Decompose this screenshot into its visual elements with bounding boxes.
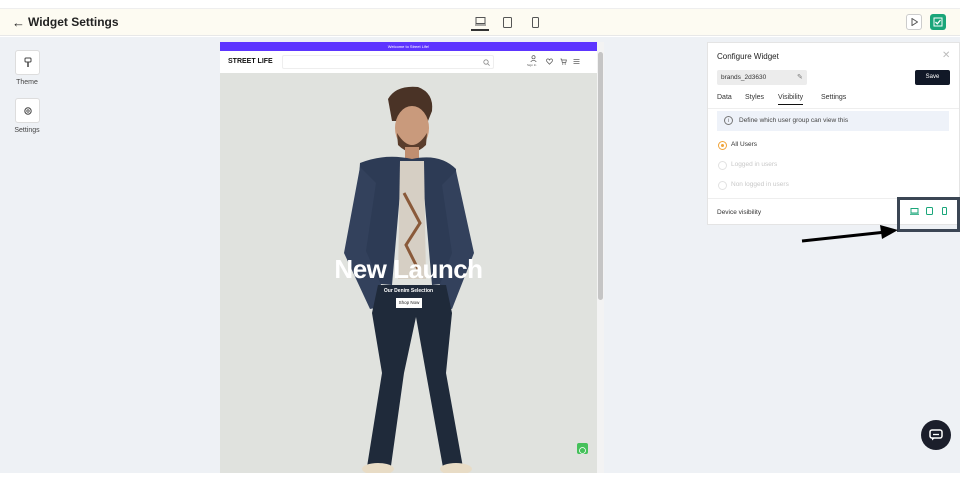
- close-icon[interactable]: ✕: [942, 50, 950, 61]
- radio-non-logged-in-users[interactable]: [718, 181, 727, 190]
- tab-styles[interactable]: Styles: [745, 94, 764, 101]
- device-visibility-label: Device visibility: [717, 209, 762, 216]
- chat-button[interactable]: [921, 420, 951, 450]
- tab-settings[interactable]: Settings: [821, 94, 846, 101]
- footer-strip: [0, 473, 960, 480]
- preview-scrollbar-thumb[interactable]: [598, 52, 603, 300]
- widget-id-field[interactable]: brands_2d3630 ✎: [717, 70, 807, 85]
- user-icon[interactable]: [530, 55, 537, 62]
- shop-now-button[interactable]: Shop Now: [396, 298, 422, 308]
- heart-icon[interactable]: [546, 58, 553, 65]
- desktop-view-button[interactable]: [471, 13, 489, 31]
- radio-all-users[interactable]: [718, 141, 727, 150]
- settings-button[interactable]: [15, 98, 40, 123]
- top-bar: ← Widget Settings: [0, 8, 960, 36]
- whatsapp-icon[interactable]: [577, 443, 588, 454]
- tablet-view-button[interactable]: [498, 13, 516, 31]
- panel-title: Configure Widget: [717, 52, 779, 61]
- device-visibility-tablet-icon[interactable]: [924, 207, 934, 215]
- chat-icon: [929, 429, 943, 441]
- annotation-arrow-icon: [801, 225, 898, 243]
- radio-label-all-users: All Users: [731, 141, 758, 148]
- publish-button[interactable]: [930, 14, 946, 30]
- site-search-input[interactable]: [282, 55, 494, 69]
- check-icon: [933, 17, 943, 27]
- theme-label: Theme: [16, 79, 38, 86]
- desktop-icon: [474, 16, 486, 25]
- save-button[interactable]: Save: [915, 70, 950, 85]
- mobile-icon: [531, 16, 539, 28]
- settings-label: Settings: [14, 127, 40, 134]
- hero-title: New Launch: [334, 254, 483, 284]
- site-preview[interactable]: Welcome to Street Life! STREET LIFE Sign…: [220, 42, 597, 473]
- pencil-icon[interactable]: ✎: [797, 73, 803, 81]
- mobile-view-button[interactable]: [526, 13, 544, 31]
- tabs-divider: [708, 108, 959, 109]
- info-icon: i: [724, 116, 733, 125]
- tab-visibility[interactable]: Visibility: [778, 94, 804, 105]
- brush-icon: [24, 57, 31, 67]
- radio-label-non-logged-in-users: Non logged in users: [731, 181, 789, 188]
- site-logo[interactable]: STREET LIFE: [228, 58, 273, 65]
- signin-label[interactable]: Sign In: [527, 63, 536, 67]
- announcement-bar: Welcome to Street Life!: [220, 42, 597, 51]
- page-title: Widget Settings: [28, 15, 119, 29]
- info-text: Define which user group can view this: [739, 117, 849, 124]
- cart-icon[interactable]: [560, 58, 567, 65]
- theme-button[interactable]: [15, 50, 40, 75]
- radio-logged-in-users[interactable]: [718, 161, 727, 170]
- widget-id-value: brands_2d3630: [721, 74, 767, 81]
- play-icon: [911, 18, 918, 26]
- device-visibility-mobile-icon[interactable]: [939, 207, 949, 215]
- gear-icon: [23, 106, 32, 115]
- search-icon: [483, 59, 490, 66]
- menu-icon[interactable]: [573, 58, 580, 65]
- site-navbar: STREET LIFE Sign In: [220, 51, 597, 73]
- device-visibility-desktop-icon[interactable]: [909, 207, 919, 215]
- info-banner: i Define which user group can view this: [717, 111, 949, 131]
- back-arrow-icon[interactable]: ←: [12, 15, 25, 30]
- tab-data[interactable]: Data: [717, 94, 732, 101]
- hero-subtitle: Our Denim Selection: [383, 288, 434, 294]
- preview-button[interactable]: [906, 14, 922, 30]
- tablet-icon: [502, 16, 512, 28]
- radio-label-logged-in-users: Logged in users: [731, 161, 778, 168]
